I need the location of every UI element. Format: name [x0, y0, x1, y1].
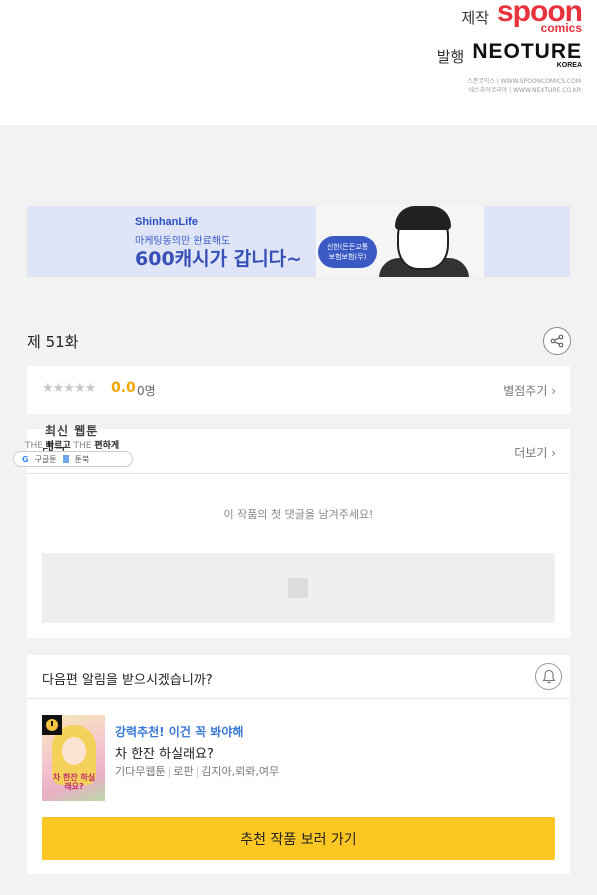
- neoture-logo-sub: KOREA: [556, 62, 582, 69]
- production-label: 제작: [461, 8, 489, 27]
- widget-pill-right: 툰북: [74, 454, 90, 464]
- recommendation-tag: 강력추천! 이건 꼭 봐야해: [115, 725, 244, 739]
- neoture-logo-text: NEOTURE: [472, 40, 582, 63]
- publisher-label: 발행: [436, 47, 465, 66]
- next-episode-card: 다음편 알림을 받으시겠습니까? 차 한잔 하실래요? 강력추천! 이건 꼭 봐…: [27, 655, 570, 874]
- banner-brand: ShinhanLife: [135, 216, 198, 228]
- widget-sub-easy: 편하게: [94, 441, 120, 451]
- meta-category: 기다무웹툰: [115, 765, 166, 778]
- wait-free-clock-icon: [42, 715, 62, 735]
- thumb-face: [62, 737, 86, 765]
- share-icon: [550, 334, 564, 348]
- widget-sub-fast: 빠르고: [45, 441, 71, 451]
- widget-subtitle: THE 빠르고 THE 편하게: [25, 438, 119, 451]
- spoon-comics-logo: spoon comics: [497, 0, 583, 34]
- share-button[interactable]: [543, 327, 571, 355]
- bell-icon: [541, 669, 556, 684]
- recommendation-cta-button[interactable]: 추천 작품 보러 가기: [42, 817, 555, 860]
- neoture-logo: NEOTURE KOREA: [472, 40, 582, 70]
- recommendation-meta: 기다무웹툰 | 로판 | 김지아,뢰롸,여무: [115, 765, 280, 778]
- ad-placeholder[interactable]: [42, 553, 555, 623]
- episode-title: 제 51화: [27, 333, 79, 351]
- google-icon: G: [22, 454, 29, 464]
- rating-card: ★★★★★ 0.0 0명 별점주기 ›: [27, 366, 570, 414]
- floating-app-widget[interactable]: 최신 웹툰 THE 빠르고 THE 편하게 G 구글툰 툰북: [13, 420, 153, 472]
- meta-authors: 김지아,뢰롸,여무: [201, 765, 280, 778]
- notification-bell-button[interactable]: [535, 663, 562, 690]
- rating-score: 0.0: [111, 380, 136, 396]
- comments-empty-message: 이 작품의 첫 댓글을 남겨주세요!: [223, 508, 374, 521]
- recommendation-thumbnail[interactable]: 차 한잔 하실래요?: [42, 715, 105, 801]
- credit-note-2: 네스츄어코리아 | WWW.NEXTURE.CO.KR: [468, 87, 581, 94]
- widget-sub-mid: THE: [73, 441, 92, 451]
- ad-banner[interactable]: ShinhanLife 마케팅동의만 완료해도 600캐시가 갑니다~ 신한(든…: [27, 206, 570, 277]
- rating-count: 0명: [137, 384, 156, 398]
- next-alert-question: 다음편 알림을 받으시겠습니까?: [42, 673, 213, 688]
- banner-bubble: 신한(든든교통 보험보험(무): [318, 236, 377, 268]
- credits-section: 제작 spoon comics 발행 NEOTURE KOREA 스푼코믹스 |…: [0, 0, 597, 125]
- image-placeholder-icon: [288, 578, 308, 598]
- widget-sub-prefix: THE: [25, 441, 43, 451]
- meta-genre: 로판: [173, 765, 194, 778]
- rating-stars[interactable]: ★★★★★: [42, 381, 96, 396]
- rate-button[interactable]: 별점주기 ›: [503, 382, 556, 399]
- recommendation-title[interactable]: 차 한잔 하실래요?: [115, 743, 214, 762]
- publisher-credit: 발행 NEOTURE KOREA: [436, 40, 582, 70]
- banner-character-hair: [395, 206, 451, 230]
- next-alert-header: 다음편 알림을 받으시겠습니까?: [27, 655, 570, 699]
- widget-pill-left: 구글툰: [34, 454, 57, 464]
- book-icon: [62, 455, 69, 463]
- production-credit: 제작 spoon comics: [461, 0, 583, 34]
- widget-store-pill[interactable]: G 구글툰 툰북: [13, 451, 133, 467]
- credit-note-1: 스푼코믹스 | WWW.SPOONCOMICS.COM: [467, 78, 581, 85]
- banner-headline: 600캐시가 갑니다~: [135, 248, 303, 270]
- comments-more-link[interactable]: 더보기 ›: [514, 444, 556, 461]
- thumb-title: 차 한잔 하실래요?: [52, 773, 96, 791]
- widget-title: 최신 웹툰: [45, 424, 99, 438]
